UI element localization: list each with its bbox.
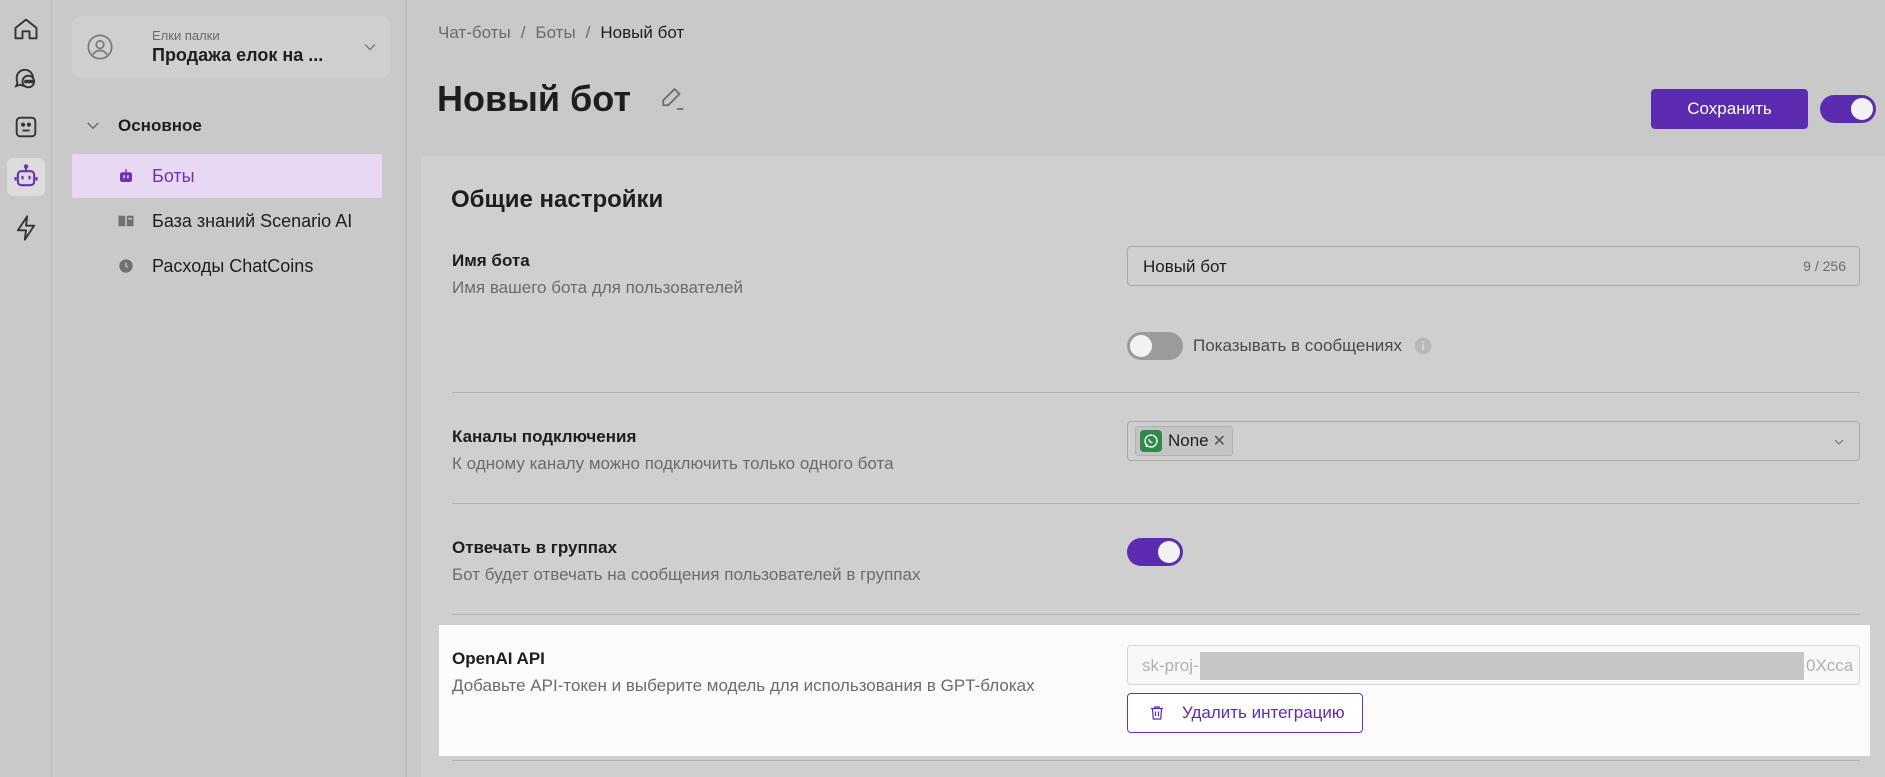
openai-integration-block: OpenAI API Добавьте API-токен и выберите…: [439, 625, 1870, 756]
channels-label: Каналы подключения: [452, 427, 637, 446]
delete-integration-label: Удалить интеграцию: [1182, 703, 1345, 722]
trash-icon: [1151, 706, 1163, 720]
token-mask: [1200, 652, 1804, 680]
bot-icon: [14, 164, 38, 187]
divider: [452, 760, 1860, 761]
bot-name-label: Имя бота: [452, 251, 530, 270]
nav-group-label: Основное: [118, 116, 202, 135]
channel-chip: None ✕: [1135, 426, 1234, 456]
page-title: Новый бот: [437, 78, 631, 119]
breadcrumb-current: Новый бот: [600, 23, 685, 42]
channel-chip-label: None: [1168, 431, 1209, 450]
sidebar-item-label: Расходы ChatCoins: [152, 255, 314, 276]
sidebar-item-bots[interactable]: Боты: [72, 154, 382, 198]
show-in-messages-label: Показывать в сообщениях: [1193, 336, 1402, 355]
char-counter: 9 / 256: [1803, 258, 1846, 274]
edit-pencil-icon[interactable]: [657, 84, 687, 114]
book-icon: [114, 212, 138, 230]
remove-chip-icon[interactable]: ✕: [1213, 431, 1226, 451]
sidebar-item-knowledge-base[interactable]: База знаний Scenario AI: [72, 199, 382, 243]
breadcrumb: Чат-боты / Боты / Новый бот: [438, 23, 684, 43]
info-icon[interactable]: [1413, 336, 1433, 356]
rail-home[interactable]: [7, 10, 45, 48]
breadcrumb-separator: /: [520, 23, 526, 42]
groups-label: Отвечать в группах: [452, 538, 617, 557]
api-token-input[interactable]: sk-proj- 0Xcca: [1127, 645, 1860, 685]
home-icon: [14, 18, 38, 40]
bot-name-input[interactable]: Новый бот 9 / 256: [1127, 246, 1860, 286]
rail-automation[interactable]: [7, 209, 45, 247]
channels-desc: К одному каналу можно подключить только …: [452, 454, 894, 473]
bot-name-value: Новый бот: [1143, 257, 1227, 276]
openai-label: OpenAI API: [452, 649, 545, 668]
sidebar-item-label: База знаний Scenario AI: [152, 210, 353, 231]
sidebar: Елки палки Продажа елок на ... Основное …: [52, 0, 407, 777]
lightning-icon: [16, 215, 36, 241]
user-circle-icon: [87, 34, 113, 60]
bot-face-icon: [15, 116, 37, 138]
org-label: Елки палки: [152, 28, 220, 43]
openai-desc: Добавьте API-токен и выберите модель для…: [452, 676, 1035, 695]
show-in-messages-toggle[interactable]: [1127, 332, 1183, 360]
whatsapp-icon: [1140, 430, 1162, 452]
divider: [452, 614, 1860, 615]
sidebar-item-chatcoins[interactable]: Расходы ChatCoins: [72, 244, 382, 288]
divider: [452, 503, 1860, 504]
groups-desc: Бот будет отвечать на сообщения пользова…: [452, 565, 921, 584]
token-prefix: sk-proj-: [1142, 656, 1199, 675]
reply-in-groups-toggle[interactable]: [1127, 538, 1183, 566]
org-switcher[interactable]: Елки палки Продажа елок на ...: [72, 16, 390, 78]
rail-bots[interactable]: [7, 158, 45, 196]
save-button[interactable]: Сохранить: [1651, 89, 1808, 129]
org-name: Продажа елок на ...: [152, 45, 324, 65]
chevron-down-icon: [364, 44, 376, 51]
sidebar-item-label: Боты: [152, 165, 195, 186]
app-rail: [0, 0, 52, 777]
chat-icon: [14, 68, 36, 89]
section-title: Общие настройки: [451, 186, 664, 213]
nav-group-main[interactable]: Основное: [84, 116, 202, 136]
token-suffix: 0Xcca: [1806, 656, 1854, 675]
channels-select[interactable]: None ✕: [1127, 421, 1860, 461]
bot-active-toggle[interactable]: [1820, 95, 1876, 123]
chevron-down-icon: [87, 122, 99, 130]
rail-bot-face[interactable]: [7, 108, 45, 146]
bot-icon: [114, 167, 138, 185]
bot-name-desc: Имя вашего бота для пользователей: [452, 278, 743, 297]
delete-integration-button[interactable]: Удалить интеграцию: [1127, 693, 1363, 733]
breadcrumb-chatbots[interactable]: Чат-боты: [438, 23, 511, 43]
coin-icon: [114, 258, 138, 274]
chevron-down-icon[interactable]: [1831, 434, 1847, 450]
divider: [452, 392, 1860, 393]
breadcrumb-separator: /: [585, 23, 591, 42]
breadcrumb-bots[interactable]: Боты: [535, 23, 575, 43]
rail-chats[interactable]: [7, 59, 45, 97]
main-content: Чат-боты / Боты / Новый бот Новый бот Со…: [409, 0, 1885, 777]
